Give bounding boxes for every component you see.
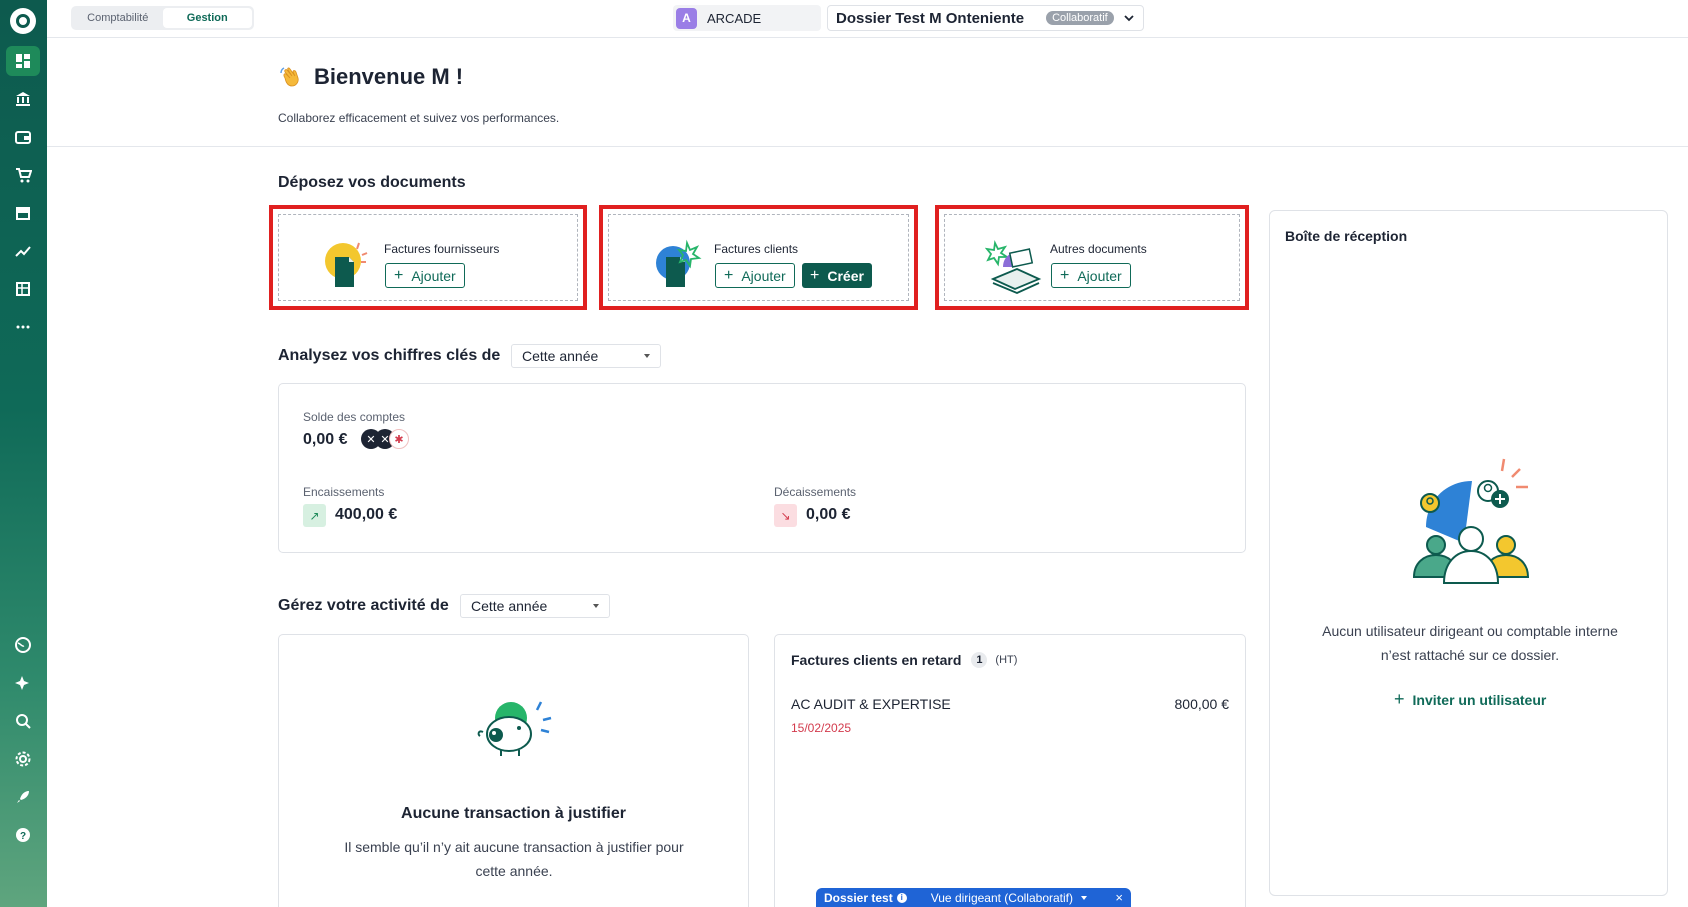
mode-comptabilite-button[interactable]: Comptabilité [73, 8, 163, 28]
piggy-bank-illustration [477, 701, 552, 756]
deposit-section-title: Déposez vos documents [278, 174, 466, 191]
late-invoices-header: Factures clients en retard 1 (HT) [791, 652, 1017, 668]
late-invoices-unit: (HT) [995, 654, 1018, 666]
header-divider [47, 146, 1688, 147]
folder-badge: Collaboratif [1046, 11, 1114, 25]
trend-chart-icon[interactable] [6, 236, 40, 266]
bank-icon[interactable] [6, 84, 40, 114]
arrow-up-right-icon: ↗ [303, 504, 326, 527]
analysis-period-select[interactable]: Cette année [511, 344, 661, 368]
inbox-title: Boîte de réception [1285, 228, 1408, 244]
rocket-icon[interactable] [6, 782, 40, 812]
app-logo[interactable] [10, 8, 36, 34]
folder-selector[interactable]: Dossier Test M Onteniente Collaboratif [827, 5, 1144, 31]
client-invoice-illustration [656, 239, 702, 287]
empty-transactions-title: Aucune transaction à justifier [401, 805, 626, 822]
inbox-panel: Boîte de réception Aucun utilisateur dir… [1269, 210, 1668, 896]
inbox-empty-message: Aucun utilisateur dirigeant ou comptable… [1322, 623, 1618, 663]
sparkles-icon[interactable] [6, 668, 40, 698]
invite-user-button[interactable]: + Inviter un utilisateur [1394, 689, 1546, 710]
deposit-card-client-invoices: Factures clients + Ajouter + Créer [599, 205, 918, 310]
plus-icon: + [1394, 689, 1405, 709]
store-icon[interactable] [6, 198, 40, 228]
caret-down-icon [593, 604, 599, 608]
add-supplier-invoice-button[interactable]: + Ajouter [385, 263, 465, 288]
folder-mode-name: Dossier test [824, 890, 893, 905]
caret-down-icon [644, 354, 650, 358]
activity-period-select[interactable]: Cette année [460, 594, 610, 618]
welcome-heading: Bienvenue M ! [278, 64, 463, 90]
create-client-invoice-button[interactable]: + Créer [802, 263, 872, 288]
add-other-document-button[interactable]: + Ajouter [1051, 263, 1131, 288]
deposit-card-label: Factures fournisseurs [384, 242, 500, 256]
analysis-period-value: Cette année [522, 348, 599, 364]
folder-name: Dossier Test M Onteniente [836, 9, 1025, 27]
empty-transactions-description: Il semble qu’il n’y ait aucune transacti… [344, 839, 684, 879]
waving-hand-icon [280, 67, 299, 87]
late-invoices-card: Factures clients en retard 1 (HT) AC AUD… [774, 634, 1246, 907]
balance-value: 0,00 € [303, 431, 348, 448]
bank-logos: ✕ ✕ ✱ [361, 429, 409, 449]
chevron-down-icon [1124, 15, 1134, 22]
bank-logo-icon: ✱ [389, 429, 409, 449]
organization-selector[interactable]: A ARCADE [673, 5, 821, 31]
mode-toggle: Comptabilité Gestion [71, 6, 254, 30]
settings-icon[interactable] [6, 744, 40, 774]
late-invoices-count-badge: 1 [971, 652, 988, 668]
close-icon[interactable]: × [1115, 890, 1123, 905]
help-icon[interactable]: ? [6, 820, 40, 850]
add-client-invoice-button[interactable]: + Ajouter [715, 263, 795, 288]
transactions-card: Aucune transaction à justifier Il semble… [278, 634, 749, 907]
late-invoices-title: Factures clients en retard [791, 652, 962, 668]
activity-period-value: Cette année [471, 598, 548, 614]
inflows-value: 400,00 € [335, 506, 398, 523]
deposit-card-other-documents: Autres documents + Ajouter [935, 205, 1249, 310]
balance-label: Solde des comptes [303, 410, 406, 424]
users-group-illustration [1412, 458, 1530, 584]
view-mode-selector[interactable]: Vue dirigeant (Collaboratif) [931, 891, 1073, 905]
key-figures-card: Solde des comptes 0,00 € ✕ ✕ ✱ Encaissem… [278, 383, 1246, 553]
outflows-value: 0,00 € [806, 506, 851, 523]
mode-gestion-button[interactable]: Gestion [162, 8, 252, 28]
spreadsheet-icon[interactable] [6, 274, 40, 304]
organization-avatar: A [676, 7, 697, 29]
other-documents-illustration [985, 240, 1042, 294]
caret-down-icon [1081, 895, 1087, 900]
late-invoice-client: AC AUDIT & EXPERTISE [791, 696, 951, 712]
analysis-section-title: Analysez vos chiffres clés de [278, 347, 501, 364]
activity-section-title: Gérez votre activité de [278, 597, 449, 614]
folder-mode-bar: Dossier test i Vue dirigeant (Collaborat… [816, 888, 1131, 907]
invite-user-label: Inviter un utilisateur [1412, 691, 1547, 708]
deposit-card-label: Autres documents [1050, 242, 1147, 256]
inflows-label: Encaissements [303, 485, 385, 499]
cart-icon[interactable] [6, 160, 40, 190]
sidebar: ? [0, 0, 47, 907]
topbar: Comptabilité Gestion A ARCADE Dossier Te… [47, 0, 1688, 38]
search-icon[interactable] [6, 706, 40, 736]
supplier-invoice-illustration [325, 242, 368, 287]
organization-name: ARCADE [707, 10, 762, 26]
dashboard-icon[interactable] [6, 46, 40, 76]
outflows-label: Décaissements [774, 485, 857, 499]
page-title: Bienvenue M ! [314, 64, 464, 89]
globe-icon[interactable] [6, 630, 40, 660]
svg-text:?: ? [20, 831, 26, 842]
more-icon[interactable] [6, 312, 40, 342]
page-subtitle: Collaborez efficacement et suivez vos pe… [278, 111, 560, 125]
late-invoice-date: 15/02/2025 [791, 721, 852, 735]
info-icon[interactable]: i [896, 892, 907, 903]
arrow-down-right-icon: ↘ [774, 504, 797, 527]
deposit-card-label: Factures clients [714, 242, 799, 256]
wallet-icon[interactable] [6, 122, 40, 152]
deposit-card-supplier-invoices: Factures fournisseurs + Ajouter [269, 205, 587, 310]
late-invoice-amount: 800,00 € [1174, 696, 1230, 712]
